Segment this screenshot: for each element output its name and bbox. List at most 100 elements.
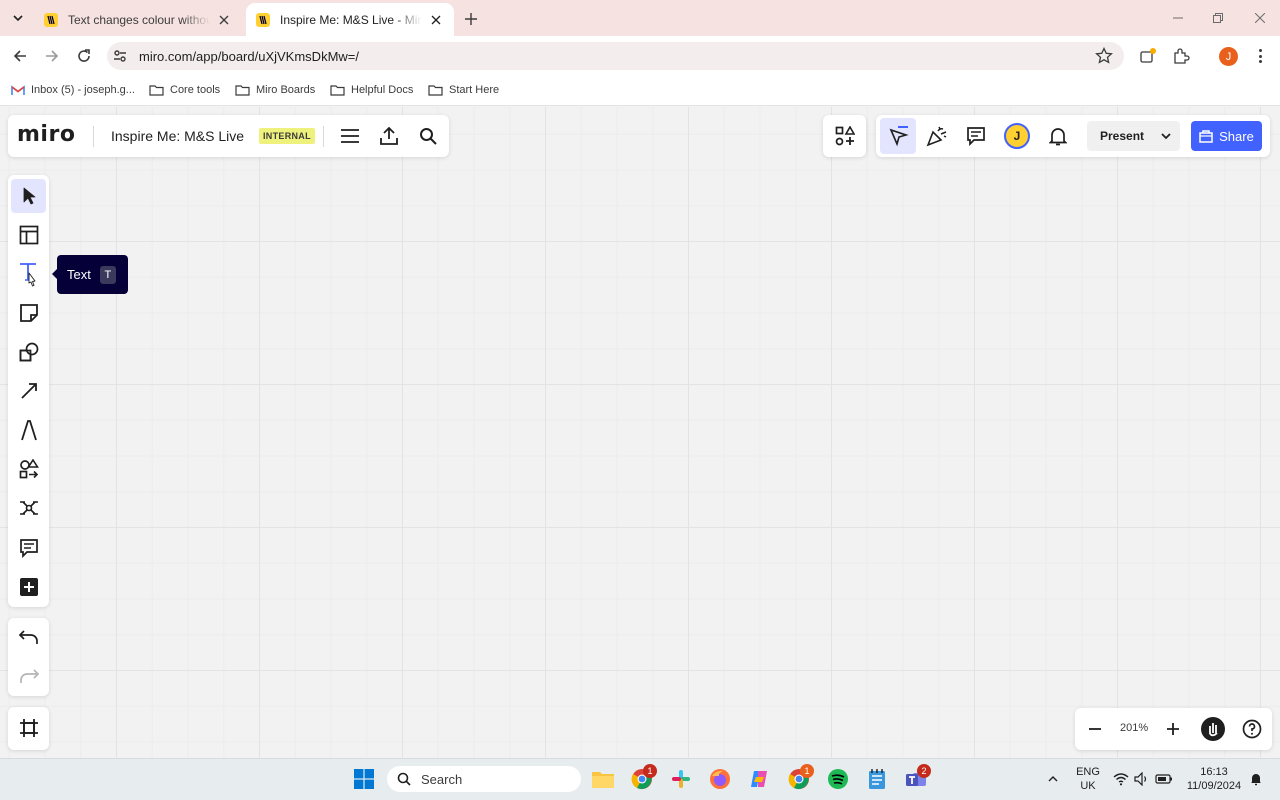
input-language[interactable]: ENG UK bbox=[1071, 765, 1105, 793]
shapes-tool[interactable] bbox=[11, 335, 46, 369]
sticky-note-tool[interactable] bbox=[11, 296, 46, 330]
mind-map-tool[interactable] bbox=[11, 491, 46, 525]
classification-badge[interactable]: INTERNAL bbox=[259, 128, 315, 144]
pen-icon bbox=[20, 420, 37, 441]
diagram-tool[interactable] bbox=[11, 452, 46, 486]
templates-tool[interactable] bbox=[11, 218, 46, 252]
reactions-button[interactable] bbox=[1201, 717, 1225, 741]
zoom-level[interactable]: 201% bbox=[1120, 722, 1148, 734]
reactions-cursor-button[interactable] bbox=[880, 118, 916, 154]
export-button[interactable] bbox=[378, 125, 400, 147]
apps-button[interactable] bbox=[833, 124, 857, 148]
board-canvas[interactable] bbox=[0, 107, 1280, 758]
tray-overflow-icon[interactable] bbox=[1043, 766, 1063, 792]
share-button[interactable]: Share bbox=[1191, 121, 1262, 151]
plus-icon bbox=[465, 13, 477, 25]
chrome-notification-badge: 1 bbox=[643, 764, 657, 778]
language-region: UK bbox=[1080, 780, 1096, 792]
zoom-out-button[interactable] bbox=[1083, 717, 1107, 741]
gmail-icon bbox=[11, 84, 25, 95]
celebrate-button[interactable] bbox=[925, 124, 949, 148]
sticky-note-icon bbox=[19, 304, 38, 322]
zoom-in-button[interactable] bbox=[1161, 717, 1185, 741]
bookmark-start-here[interactable]: Start Here bbox=[428, 82, 499, 98]
miro-logo[interactable]: miro bbox=[17, 122, 75, 147]
comment-tool[interactable] bbox=[11, 531, 46, 565]
comments-button[interactable] bbox=[964, 124, 988, 148]
party-popper-icon bbox=[926, 126, 947, 147]
clock-time: 16:13 bbox=[1200, 766, 1228, 778]
firefox-icon[interactable] bbox=[707, 766, 733, 792]
user-avatar[interactable]: J bbox=[1004, 123, 1030, 149]
forward-button[interactable] bbox=[40, 44, 64, 68]
share-label: Share bbox=[1219, 128, 1254, 144]
redo-button[interactable] bbox=[11, 660, 46, 694]
frames-button[interactable] bbox=[11, 711, 46, 745]
chevron-down-icon[interactable] bbox=[1160, 130, 1172, 142]
bookmark-core-tools[interactable]: Core tools bbox=[149, 82, 220, 98]
chrome-profile-badge: 1 bbox=[800, 764, 814, 778]
diagram-shapes-icon bbox=[19, 459, 39, 479]
notepad-icon[interactable] bbox=[864, 766, 890, 792]
copilot-icon[interactable] bbox=[746, 766, 772, 792]
back-button[interactable] bbox=[8, 44, 32, 68]
help-button[interactable] bbox=[1240, 717, 1264, 741]
apps-shapes-icon bbox=[835, 126, 855, 146]
tab-title: Inspire Me: M&S Live - Miro bbox=[280, 12, 422, 27]
present-button[interactable]: Present bbox=[1087, 121, 1180, 151]
board-title[interactable]: Inspire Me: M&S Live bbox=[111, 128, 244, 144]
hand-raise-icon bbox=[1201, 717, 1225, 741]
tab-search-button[interactable] bbox=[6, 6, 30, 30]
minimize-window-button[interactable] bbox=[1168, 8, 1188, 28]
slack-icon[interactable] bbox=[668, 766, 694, 792]
close-tab-icon[interactable] bbox=[216, 12, 232, 28]
arrow-right-icon bbox=[46, 50, 59, 62]
windows-start-icon[interactable] bbox=[351, 766, 377, 792]
pen-tool[interactable] bbox=[11, 413, 46, 447]
maximize-window-button[interactable] bbox=[1208, 8, 1228, 28]
header-divider bbox=[93, 126, 94, 147]
bookmark-label: Helpful Docs bbox=[351, 84, 414, 96]
bookmark-helpful-docs[interactable]: Helpful Docs bbox=[330, 82, 413, 98]
bookmark-star-icon[interactable] bbox=[1095, 47, 1113, 65]
tab-text-changes-colour[interactable]: Text changes colour without me bbox=[34, 3, 242, 36]
taskbar-search-box[interactable]: Search bbox=[387, 766, 581, 792]
battery-icon[interactable] bbox=[1155, 766, 1173, 792]
new-tab-button[interactable] bbox=[460, 8, 482, 30]
chevron-down-icon bbox=[13, 15, 23, 22]
notifications-bell-icon[interactable] bbox=[1248, 766, 1264, 792]
profile-avatar[interactable]: J bbox=[1219, 47, 1238, 66]
text-t-icon bbox=[19, 263, 36, 287]
notifications-button[interactable] bbox=[1046, 124, 1070, 148]
folder-icon bbox=[235, 85, 250, 96]
browser-menu-icon[interactable] bbox=[1255, 47, 1265, 65]
spotify-icon[interactable] bbox=[825, 766, 851, 792]
folder-icon bbox=[149, 85, 164, 96]
site-settings-icon[interactable] bbox=[112, 48, 128, 64]
wifi-icon[interactable] bbox=[1112, 766, 1130, 792]
main-menu-button[interactable] bbox=[339, 125, 361, 147]
tab-inspire-me[interactable]: Inspire Me: M&S Live - Miro bbox=[246, 3, 454, 36]
system-clock[interactable]: 16:13 11/09/2024 bbox=[1180, 765, 1248, 793]
bookmark-inbox[interactable]: Inbox (5) - joseph.g... bbox=[11, 82, 135, 98]
more-apps-tool[interactable] bbox=[11, 570, 46, 604]
select-tool[interactable] bbox=[11, 179, 46, 213]
help-question-icon bbox=[1242, 719, 1262, 739]
close-tab-icon[interactable] bbox=[428, 12, 444, 28]
volume-icon[interactable] bbox=[1133, 766, 1151, 792]
file-explorer-icon[interactable] bbox=[590, 766, 616, 792]
text-tool[interactable] bbox=[11, 257, 46, 291]
search-board-button[interactable] bbox=[417, 125, 439, 147]
close-window-button[interactable] bbox=[1250, 8, 1270, 28]
miro-favicon-icon bbox=[44, 12, 58, 27]
mind-map-icon bbox=[19, 501, 38, 515]
bookmark-miro-boards[interactable]: Miro Boards bbox=[235, 82, 315, 98]
undo-button[interactable] bbox=[11, 621, 46, 655]
extension-notification-icon[interactable] bbox=[1139, 47, 1157, 65]
tab-title: Text changes colour without me bbox=[68, 12, 210, 27]
reload-icon bbox=[78, 49, 90, 62]
frame-icon bbox=[19, 719, 38, 737]
reload-button[interactable] bbox=[72, 44, 96, 68]
connection-line-tool[interactable] bbox=[11, 374, 46, 408]
extensions-puzzle-icon[interactable] bbox=[1172, 47, 1190, 65]
